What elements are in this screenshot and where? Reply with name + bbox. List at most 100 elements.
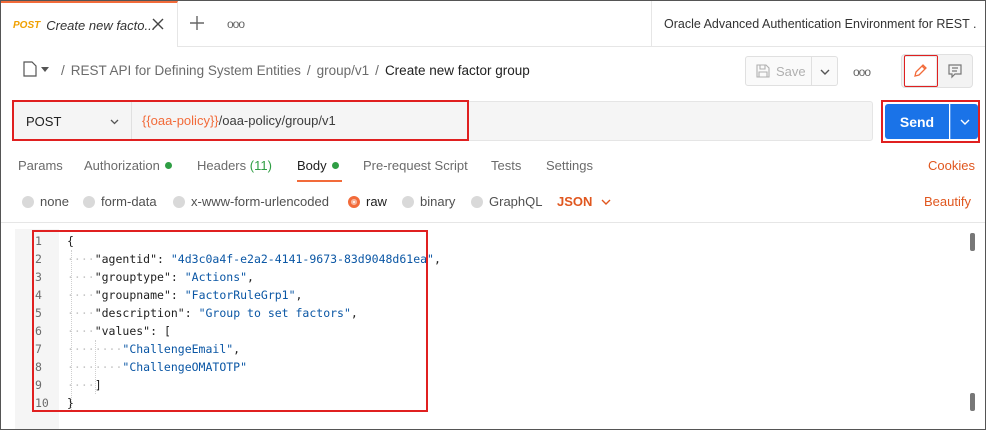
body-option-form-data[interactable]: form-data: [83, 194, 157, 209]
documentation-button[interactable]: [939, 56, 971, 86]
request-tabs: Params Authorization Headers (11) Body P…: [1, 149, 985, 183]
json-key: "groupname": [94, 288, 171, 302]
save-options-button[interactable]: [812, 56, 838, 86]
send-button[interactable]: Send: [885, 104, 949, 139]
json-string: "Group to set factors": [198, 306, 351, 320]
tab-params[interactable]: Params: [18, 158, 63, 173]
tab-method-label: POST: [13, 19, 41, 31]
body-format-value: JSON: [557, 194, 593, 209]
tab-authorization-label: Authorization: [84, 158, 160, 173]
chevron-down-icon: [960, 119, 969, 125]
code-line: 1{: [15, 232, 955, 250]
tab-title: Create new facto...: [46, 17, 155, 33]
body-format-select[interactable]: JSON: [557, 194, 611, 209]
active-tab-indicator: [297, 180, 342, 182]
pencil-icon: [914, 64, 927, 77]
send-button-group: Send: [881, 100, 980, 143]
json-brace: {: [67, 234, 74, 248]
radio-button: [173, 195, 185, 208]
request-tab-create-factor-group[interactable]: POST Create new facto...: [1, 1, 178, 47]
body-option-label: form-data: [101, 194, 157, 209]
tab-tests[interactable]: Tests: [491, 158, 521, 173]
more-tabs-icon[interactable]: ooo: [227, 17, 245, 31]
url-path: /oaa-policy/group/v1: [218, 113, 336, 128]
body-option-label: GraphQL: [489, 194, 543, 209]
body-option-raw[interactable]: raw: [348, 194, 387, 209]
breadcrumb-collection[interactable]: REST API for Defining System Entities: [71, 63, 301, 78]
body-type-options: none form-data x-www-form-urlencoded raw…: [1, 187, 985, 217]
code-editor[interactable]: 1{ 2 ····"agentid": "4d3c0a4f-e2a2-4141-9…: [15, 229, 979, 429]
chevron-down-icon: [820, 69, 830, 75]
save-button[interactable]: Save: [745, 56, 812, 86]
body-option-binary[interactable]: binary: [402, 194, 455, 209]
chevron-down-icon[interactable]: [41, 67, 49, 72]
line-number: 9: [35, 378, 42, 392]
tab-pre-request-script[interactable]: Pre-request Script: [363, 158, 468, 173]
save-label: Save: [776, 63, 806, 79]
body-option-graphql[interactable]: GraphQL: [471, 194, 542, 209]
status-dot: [331, 162, 339, 169]
request-url-input[interactable]: {{oaa-policy}}/oaa-policy/group/v1: [142, 113, 336, 128]
json-brace: }: [67, 396, 74, 410]
breadcrumb-folder[interactable]: group/v1: [317, 63, 370, 78]
http-method-value: POST: [26, 113, 62, 129]
chevron-down-icon: [110, 119, 119, 125]
json-string: "ChallengeEmail": [122, 342, 234, 356]
json-string: "Actions": [184, 270, 248, 284]
code-line: 3 ····"grouptype": "Actions",: [35, 270, 254, 284]
tab-headers[interactable]: Headers (11): [197, 158, 272, 173]
beautify-link[interactable]: Beautify: [924, 194, 971, 209]
more-options-icon[interactable]: ooo: [853, 65, 871, 79]
json-string: "FactorRuleGrp1": [184, 288, 296, 302]
json-bracket: ]: [94, 378, 102, 392]
request-header-row: / REST API for Defining System Entities / g…: [1, 48, 985, 94]
editor-scrollbar-lower[interactable]: [970, 393, 975, 411]
close-icon[interactable]: [151, 17, 165, 31]
json-bracket: [: [163, 324, 171, 338]
radio-button: [471, 195, 483, 208]
url-environment-variable: {{oaa-policy}}: [142, 113, 219, 128]
chevron-down-icon: [601, 199, 611, 205]
code-line: 10}: [15, 394, 955, 412]
line-number: 1: [35, 234, 42, 248]
json-string: "ChallengeOMATOTP": [122, 360, 248, 374]
line-number: 2: [35, 252, 42, 266]
breadcrumb-separator: /: [375, 63, 379, 78]
status-dot: [164, 162, 172, 169]
send-options-button[interactable]: [950, 104, 978, 139]
tab-headers-label: Headers: [197, 158, 247, 173]
code-line: 8 ········"ChallengeOMATOTP": [35, 360, 248, 374]
radio-button: [83, 195, 95, 208]
body-option-none[interactable]: none: [22, 194, 69, 209]
tab-body[interactable]: Body: [297, 158, 339, 173]
cookies-link[interactable]: Cookies: [928, 158, 975, 173]
http-method-select[interactable]: POST: [14, 102, 132, 140]
body-option-label: none: [40, 194, 69, 209]
comment-icon: [948, 64, 962, 79]
tab-body-label: Body: [297, 158, 327, 173]
json-string: "4d3c0a4f-e2a2-4141-9673-83d9048d61ea": [170, 252, 434, 266]
radio-button: [402, 195, 414, 208]
tab-authorization[interactable]: Authorization: [84, 158, 172, 173]
breadcrumb: / REST API for Defining System Entities / g…: [55, 63, 530, 78]
line-number: 3: [35, 270, 42, 284]
body-option-urlencoded[interactable]: x-www-form-urlencoded: [173, 194, 329, 209]
line-number: 6: [35, 324, 42, 338]
line-number: 4: [35, 288, 42, 302]
postman-window: POST Create new facto... ooo Oracle Adva…: [0, 0, 986, 430]
json-key: "description": [94, 306, 185, 320]
edit-mode-button[interactable]: [903, 56, 937, 86]
tab-settings[interactable]: Settings: [546, 158, 593, 173]
radio-button: [22, 195, 34, 208]
new-tab-plus-icon[interactable]: [189, 15, 205, 31]
json-key: "agentid": [94, 252, 158, 266]
request-tab-bar: POST Create new facto... ooo Oracle Adva…: [1, 1, 985, 47]
headers-count-badge: (11): [249, 158, 272, 173]
code-line: 4 ····"groupname": "FactorRuleGrp1",: [35, 288, 303, 302]
environment-selector[interactable]: Oracle Advanced Authentication Environme…: [651, 1, 985, 47]
json-key: "grouptype": [94, 270, 171, 284]
editor-scrollbar[interactable]: [970, 233, 975, 251]
breadcrumb-separator: /: [61, 63, 65, 78]
breadcrumb-request-name[interactable]: Create new factor group: [385, 63, 530, 78]
code-line: 6 ····"values": [: [35, 324, 171, 338]
